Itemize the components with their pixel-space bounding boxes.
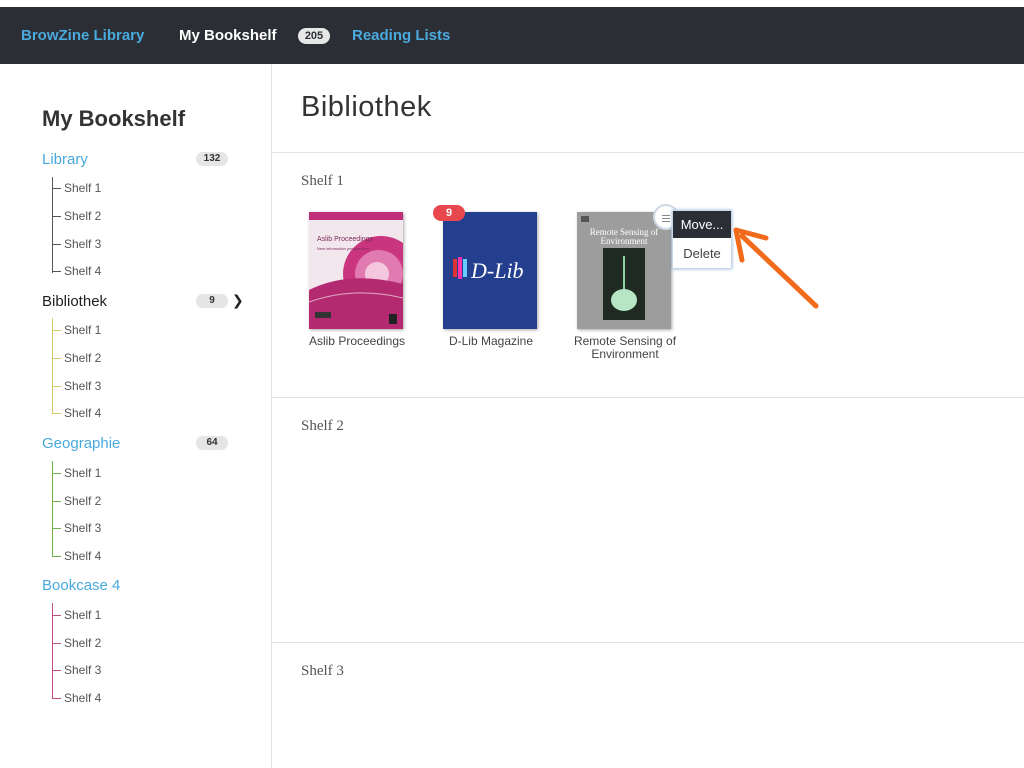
sidebar-shelf-item[interactable]: Shelf 1: [52, 608, 101, 622]
shelf-label: Shelf 4: [64, 549, 102, 563]
sidebar-shelf-item[interactable]: Shelf 4: [52, 264, 101, 278]
sidebar: My Bookshelf: [0, 64, 272, 768]
shelf-label: Shelf 3: [64, 237, 102, 251]
nav-reading-lists[interactable]: Reading Lists: [352, 27, 450, 44]
shelf-label: Shelf 2: [64, 636, 102, 650]
sidebar-shelf-item[interactable]: Shelf 4: [52, 406, 101, 420]
bookcase-count-badge: 64: [196, 436, 228, 450]
shelf-heading: Shelf 1: [301, 173, 344, 189]
journal-title: Aslib Proceedings: [308, 334, 406, 348]
sidebar-title: My Bookshelf: [42, 106, 186, 131]
shelf-label: Shelf 1: [64, 466, 102, 480]
shelf-label: Shelf 1: [64, 608, 102, 622]
shelf-label: Shelf 4: [64, 406, 102, 420]
shelf-label: Shelf 2: [64, 209, 102, 223]
shelf-label: Shelf 3: [64, 663, 102, 677]
annotation-arrow-icon: [733, 227, 819, 309]
divider: [272, 642, 1024, 643]
journal-aslib-proceedings[interactable]: Aslib Proceedings New information perspe…: [309, 212, 405, 372]
journal-cover: Aslib Proceedings New information perspe…: [309, 212, 403, 329]
divider: [272, 152, 1024, 153]
sidebar-shelf-item[interactable]: Shelf 2: [52, 494, 101, 508]
sidebar-shelf-item[interactable]: Shelf 2: [52, 351, 101, 365]
sidebar-shelf-item[interactable]: Shelf 4: [52, 549, 101, 563]
nav-browzine-library[interactable]: BrowZine Library: [21, 27, 144, 44]
shelf-label: Shelf 4: [64, 264, 102, 278]
shelf-label: Shelf 2: [64, 494, 102, 508]
bookcase-library[interactable]: Library: [42, 151, 88, 168]
journal-cover: D-Lib: [443, 212, 537, 329]
shelf-label: Shelf 4: [64, 691, 102, 705]
divider: [272, 397, 1024, 398]
sidebar-shelf-item[interactable]: Shelf 4: [52, 691, 101, 705]
sidebar-shelf-item[interactable]: Shelf 1: [52, 181, 101, 195]
shelf-label: Shelf 3: [64, 521, 102, 535]
bookcase-count-badge: 132: [196, 152, 228, 166]
sidebar-shelf-item[interactable]: Shelf 3: [52, 379, 101, 393]
shelf-label: Shelf 2: [64, 351, 102, 365]
sidebar-shelf-item[interactable]: Shelf 3: [52, 663, 101, 677]
chevron-right-icon: ❯: [232, 292, 244, 308]
sidebar-shelf-item[interactable]: Shelf 1: [52, 466, 101, 480]
bookcase-count-badge: 9: [196, 294, 228, 308]
shelf-heading: Shelf 3: [301, 663, 344, 679]
sidebar-shelf-item[interactable]: Shelf 2: [52, 636, 101, 650]
move-menu-item[interactable]: Move...: [673, 211, 731, 238]
cover-title-text: Aslib Proceedings: [317, 236, 374, 243]
journal-remote-sensing-of-environment[interactable]: Remote Sensing of Environment Remote Sen…: [574, 212, 676, 382]
bookcase-4[interactable]: Bookcase 4: [42, 577, 120, 594]
nav-my-bookshelf[interactable]: My Bookshelf: [179, 27, 277, 44]
cover-title-text: D-Lib: [471, 258, 524, 283]
sidebar-shelf-item[interactable]: Shelf 1: [52, 323, 101, 337]
sidebar-shelf-item[interactable]: Shelf 3: [52, 237, 101, 251]
window-top-edge: [0, 0, 1024, 7]
page-title: Bibliothek: [301, 91, 432, 123]
cover-subtitle-text: New information perspectives: [317, 246, 370, 251]
journal-title: D-Lib Magazine: [448, 334, 534, 348]
bookshelf-count-badge: 205: [298, 28, 330, 44]
shelf-label: Shelf 3: [64, 379, 102, 393]
delete-menu-item[interactable]: Delete: [673, 240, 731, 267]
top-navigation-bar: BrowZine Library My Bookshelf 205 Readin…: [0, 7, 1024, 64]
journal-cover: Remote Sensing of Environment: [577, 212, 671, 329]
bookcase-bibliothek[interactable]: Bibliothek: [42, 293, 107, 310]
journal-title: Remote Sensing of Environment: [573, 334, 677, 361]
shelf-label: Shelf 1: [64, 323, 102, 337]
shelf-label: Shelf 1: [64, 181, 102, 195]
journal-context-menu: Move... Delete: [672, 210, 732, 269]
sidebar-shelf-item[interactable]: Shelf 3: [52, 521, 101, 535]
unread-count-badge: 9: [433, 205, 465, 221]
cover-title-text: Remote Sensing of Environment: [589, 227, 659, 246]
bookcase-geographie[interactable]: Geographie: [42, 435, 120, 452]
sidebar-shelf-item[interactable]: Shelf 2: [52, 209, 101, 223]
shelf-heading: Shelf 2: [301, 418, 344, 434]
journal-d-lib-magazine[interactable]: D-Lib D-Lib Magazine: [443, 212, 539, 372]
